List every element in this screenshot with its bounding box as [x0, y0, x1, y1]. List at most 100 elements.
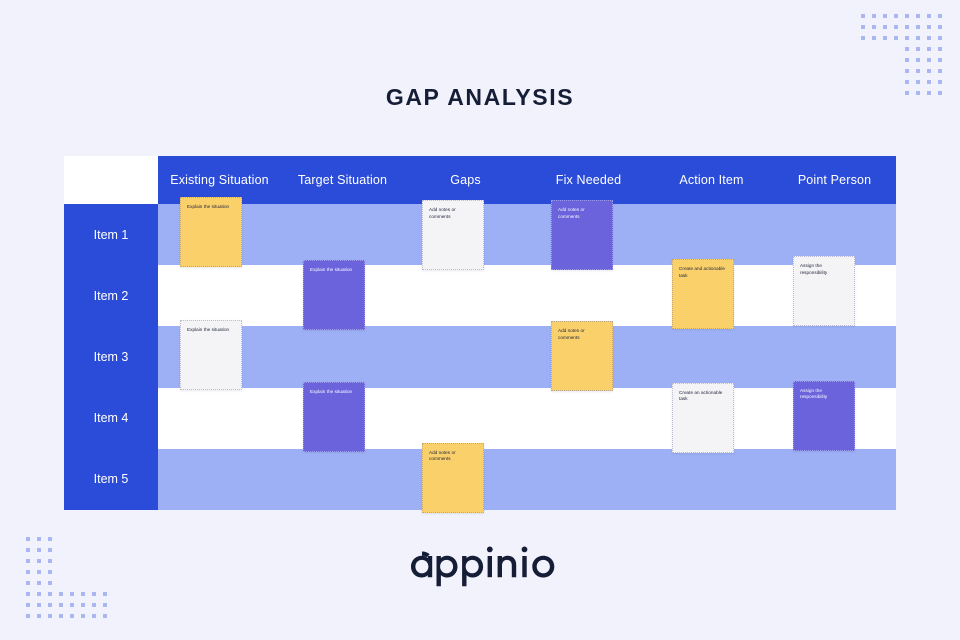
- decor-dot: [92, 614, 96, 618]
- decor-dot-empty: [872, 69, 876, 73]
- decor-dot: [938, 36, 942, 40]
- decor-dot-empty: [70, 537, 74, 541]
- decor-dot-empty: [81, 537, 85, 541]
- decor-dot: [92, 603, 96, 607]
- sticky-note[interactable]: Add notes or comments: [422, 442, 484, 513]
- decor-dot: [37, 537, 41, 541]
- decor-dot: [37, 592, 41, 596]
- decor-dot: [916, 58, 920, 62]
- decor-dot: [916, 25, 920, 29]
- table-row: [158, 326, 896, 388]
- column-header[interactable]: Fix Needed: [527, 156, 650, 204]
- appinio-logo: [0, 545, 960, 592]
- decor-dot: [26, 592, 30, 596]
- column-header[interactable]: Target Situation: [281, 156, 404, 204]
- decor-dot: [905, 14, 909, 18]
- sticky-note[interactable]: Add notes or comments: [551, 200, 613, 270]
- decor-dot: [894, 14, 898, 18]
- table-row: [158, 265, 896, 327]
- decor-dot: [905, 25, 909, 29]
- sticky-note[interactable]: Add notes or comments: [551, 321, 613, 392]
- decor-dot: [905, 47, 909, 51]
- sticky-note[interactable]: Add notes or comments: [422, 200, 484, 270]
- decor-dot: [916, 69, 920, 73]
- decor-dot: [894, 36, 898, 40]
- decor-dot: [81, 592, 85, 596]
- decor-dot: [26, 537, 30, 541]
- decor-dot-empty: [861, 58, 865, 62]
- sticky-note[interactable]: Explain the situation: [303, 381, 365, 452]
- decor-dot: [905, 69, 909, 73]
- appinio-wordmark-icon: [411, 546, 555, 587]
- decor-dot: [48, 614, 52, 618]
- decor-dot: [48, 592, 52, 596]
- row-label[interactable]: Item 5: [64, 449, 158, 510]
- decor-dot: [883, 25, 887, 29]
- sticky-note[interactable]: Create an actionable task: [672, 382, 734, 453]
- decor-dot: [70, 614, 74, 618]
- column-header[interactable]: Action Item: [650, 156, 773, 204]
- column-header[interactable]: Gaps: [404, 156, 527, 204]
- decor-dot: [916, 14, 920, 18]
- sticky-note[interactable]: Explain the situation: [180, 197, 242, 267]
- decor-dot: [59, 614, 63, 618]
- decor-dot-empty: [883, 47, 887, 51]
- decor-dot: [48, 537, 52, 541]
- decor-dot-empty: [883, 58, 887, 62]
- decor-dot: [927, 36, 931, 40]
- decor-dot: [861, 25, 865, 29]
- sticky-note[interactable]: Explain the situation: [303, 260, 365, 331]
- decor-dot: [26, 603, 30, 607]
- decor-dot: [70, 603, 74, 607]
- decor-dot: [37, 614, 41, 618]
- row-label[interactable]: Item 1: [64, 204, 158, 265]
- table-corner-cell: [64, 156, 158, 204]
- page-title: GAP ANALYSIS: [385, 84, 575, 110]
- table-row: [158, 387, 896, 449]
- decor-dot: [938, 14, 942, 18]
- sticky-note[interactable]: Explain the situation: [180, 320, 242, 391]
- decor-dot: [927, 14, 931, 18]
- decor-dot: [59, 603, 63, 607]
- row-label[interactable]: Item 3: [64, 326, 158, 387]
- sticky-note[interactable]: Assign the responsibility: [793, 256, 855, 327]
- gap-analysis-table: Existing Situation Target Situation Gaps Fi…: [64, 156, 896, 513]
- decor-dot: [927, 69, 931, 73]
- decor-dot: [872, 14, 876, 18]
- column-header[interactable]: Point Person: [773, 156, 896, 204]
- decor-dot: [927, 47, 931, 51]
- decor-dot: [872, 25, 876, 29]
- decor-dot-empty: [59, 537, 63, 541]
- decor-dot: [938, 69, 942, 73]
- table-row: [158, 448, 896, 511]
- decor-dot: [861, 36, 865, 40]
- decorative-dots-top-right: [861, 14, 942, 95]
- decor-dot: [938, 47, 942, 51]
- decor-dot-empty: [894, 69, 898, 73]
- table-row: [158, 204, 896, 266]
- sticky-note[interactable]: Assign the responsibility: [793, 380, 855, 451]
- decor-dot: [938, 58, 942, 62]
- decor-dot: [59, 592, 63, 596]
- table-column-headers: Existing Situation Target Situation Gaps Fi…: [158, 156, 896, 204]
- decor-dot: [916, 47, 920, 51]
- decor-dot-empty: [92, 537, 96, 541]
- sticky-note[interactable]: Create and actionable task: [672, 259, 734, 330]
- table-data-rows: [158, 204, 896, 511]
- decor-dot: [103, 592, 107, 596]
- decor-dot: [103, 603, 107, 607]
- decor-dot-empty: [103, 537, 107, 541]
- decor-dot: [938, 25, 942, 29]
- decor-dot: [70, 592, 74, 596]
- decor-dot: [81, 603, 85, 607]
- decor-dot: [872, 36, 876, 40]
- decor-dot: [37, 603, 41, 607]
- row-label[interactable]: Item 4: [64, 388, 158, 449]
- decor-dot: [916, 36, 920, 40]
- decor-dot-empty: [894, 58, 898, 62]
- decor-dot: [861, 14, 865, 18]
- row-label[interactable]: Item 2: [64, 265, 158, 326]
- decor-dot: [81, 614, 85, 618]
- decor-dot-empty: [894, 47, 898, 51]
- decor-dot: [927, 58, 931, 62]
